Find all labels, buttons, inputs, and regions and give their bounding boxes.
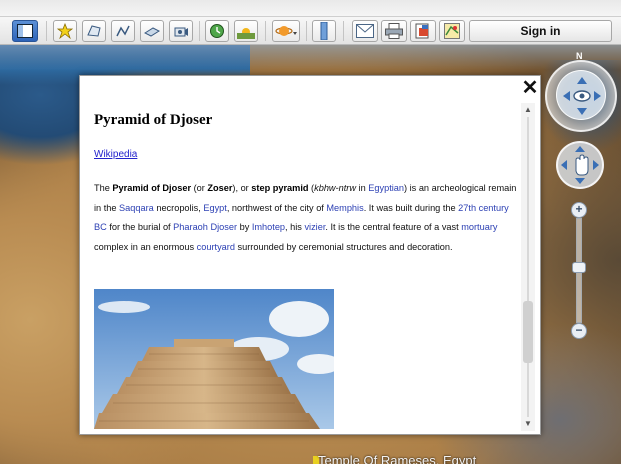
polygon-icon [87, 25, 101, 37]
wikipedia-link[interactable]: Wikipedia [94, 149, 137, 160]
eye-icon [563, 77, 601, 115]
inline-link[interactable]: Imhotep [252, 222, 285, 232]
inline-link[interactable]: mortuary [461, 222, 497, 232]
ruler-icon [320, 22, 328, 40]
view-in-maps-button[interactable] [439, 20, 465, 42]
window-top-strip [0, 0, 621, 17]
switch-planet-button[interactable] [272, 20, 300, 42]
record-tour-button[interactable] [169, 20, 193, 42]
planet-icon [275, 26, 297, 36]
add-image-overlay-button[interactable] [140, 20, 164, 42]
text-segment: surrounded by ceremonial structures and … [234, 241, 453, 252]
text-segment: by [237, 222, 252, 232]
hand-icon [561, 146, 599, 184]
toolbar-separator [306, 21, 307, 41]
ruler-button[interactable] [312, 20, 336, 42]
print-icon [385, 23, 403, 39]
add-placemark-button[interactable] [53, 20, 77, 42]
toolbar-separator [343, 21, 344, 41]
balloon-scrollbar[interactable]: ▲ ▼ [521, 103, 535, 431]
zoom-slider-knob[interactable] [572, 262, 586, 274]
italic-term: kbhw-ntrw [314, 183, 356, 193]
historical-imagery-button[interactable] [205, 20, 229, 42]
scroll-thumb[interactable] [523, 300, 533, 363]
add-polygon-button[interactable] [82, 20, 106, 42]
image-overlay-icon [144, 27, 160, 37]
description-paragraph: The Pyramid of Djoser (or Zoser), or ste… [94, 179, 519, 257]
scroll-down-icon[interactable]: ▼ [521, 417, 535, 431]
inline-link[interactable]: courtyard [197, 242, 235, 252]
inline-link[interactable]: Pharaoh [173, 222, 208, 232]
sunlight-icon [237, 28, 255, 39]
text-segment: . It was built during the [363, 202, 459, 213]
placemark-icon [57, 23, 73, 39]
close-icon[interactable]: ✕ [521, 78, 539, 98]
zoom-out-button[interactable]: − [571, 323, 587, 339]
inline-link[interactable]: Djoser [210, 222, 237, 232]
text-segment: complex in an enormous [94, 241, 197, 252]
text-segment: (or [191, 183, 208, 193]
inline-link[interactable]: vizier [304, 222, 325, 232]
sign-in-button[interactable]: Sign in [469, 20, 612, 42]
inline-link[interactable]: Egypt [203, 203, 227, 213]
text-segment: ), or [232, 183, 252, 193]
clock-icon [210, 24, 224, 38]
text-segment: , his [285, 222, 305, 232]
move-joystick[interactable] [556, 141, 604, 189]
inline-link[interactable]: Memphis [326, 203, 363, 213]
inline-link[interactable]: Saqqara [119, 203, 154, 213]
place-label[interactable]: Temple Of Rameses, Egypt [318, 453, 476, 464]
email-icon [356, 24, 374, 38]
scroll-track[interactable] [527, 117, 529, 417]
record-tour-icon [174, 27, 188, 37]
scroll-up-icon[interactable]: ▲ [521, 103, 535, 117]
text-segment: in [355, 183, 369, 193]
text-segment: for the burial of [106, 222, 174, 232]
save-image-icon [415, 23, 429, 39]
bold-term: Zoser [207, 183, 233, 193]
balloon-content: Pyramid of Djoser Wikipedia The Pyramid … [94, 106, 519, 257]
print-button[interactable] [381, 20, 407, 42]
text-segment: , northwest of the city of [226, 202, 327, 213]
toolbar-separator [46, 21, 47, 41]
save-image-button[interactable] [410, 20, 436, 42]
bold-term: Pyramid of Djoser [112, 183, 192, 193]
toolbar: Sign in [0, 17, 621, 45]
balloon-title: Pyramid of Djoser [94, 112, 213, 128]
bold-term: step pyramid [251, 183, 309, 193]
text-segment: . It is the central feature of a vast [325, 222, 462, 232]
sunlight-button[interactable] [234, 20, 258, 42]
look-joystick[interactable] [556, 70, 606, 120]
inline-link[interactable]: Egyptian [368, 183, 404, 193]
path-icon [116, 25, 130, 37]
maps-icon [444, 23, 460, 39]
sidebar-icon [17, 24, 33, 38]
add-path-button[interactable] [111, 20, 135, 42]
toolbar-separator [199, 21, 200, 41]
zoom-in-button[interactable]: + [571, 202, 587, 218]
text-segment: necropolis, [153, 202, 204, 213]
sidebar-toggle-button[interactable] [12, 20, 38, 42]
email-button[interactable] [352, 20, 378, 42]
pyramid-photo [94, 289, 334, 429]
toolbar-separator [265, 21, 266, 41]
text-segment: The [94, 183, 113, 193]
info-balloon: ✕ Pyramid of Djoser Wikipedia The Pyrami… [79, 75, 541, 435]
